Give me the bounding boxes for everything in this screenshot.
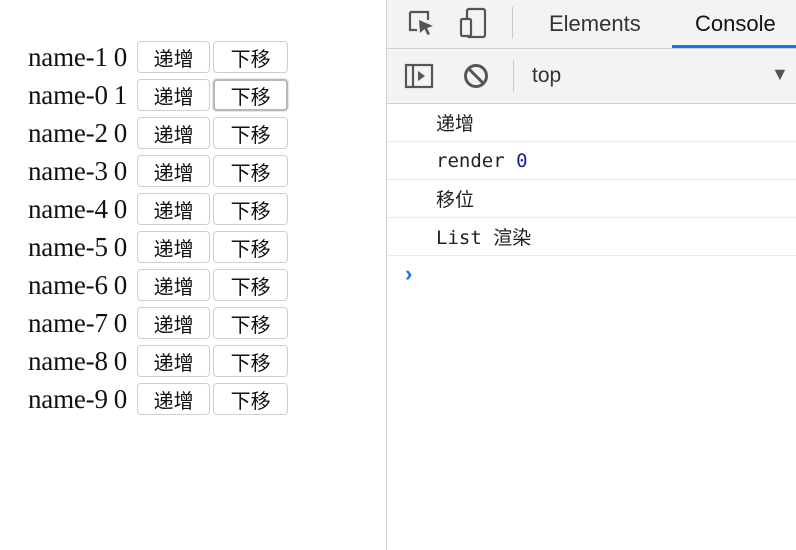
show-sidebar-icon[interactable] bbox=[403, 60, 435, 92]
console-message-text: 移位 bbox=[436, 189, 475, 211]
increment-button[interactable]: 递增 bbox=[137, 231, 211, 263]
active-tab-indicator bbox=[672, 45, 796, 48]
item-count: 0 bbox=[113, 269, 128, 300]
item-name: name-3 bbox=[28, 155, 108, 186]
list-item: name-2 0 递增 下移 bbox=[28, 114, 291, 152]
move-down-button[interactable]: 下移 bbox=[213, 41, 289, 73]
item-name: name-1 bbox=[28, 41, 108, 72]
console-message: List 渲染 bbox=[387, 218, 796, 256]
tab-console[interactable]: Console bbox=[695, 0, 776, 48]
app-panel: name-1 0 递增 下移 name-0 1 递增 下移 name-2 0 递增 下… bbox=[0, 0, 386, 550]
move-down-button[interactable]: 下移 bbox=[213, 307, 289, 339]
console-message: 移位 bbox=[387, 180, 796, 218]
list-item: name-3 0 递增 下移 bbox=[28, 152, 291, 190]
move-down-button[interactable]: 下移 bbox=[213, 269, 289, 301]
item-name: name-6 bbox=[28, 269, 108, 300]
item-count: 0 bbox=[113, 193, 128, 224]
move-down-button[interactable]: 下移 bbox=[213, 231, 289, 263]
console-message-text: 递增 bbox=[436, 113, 475, 135]
move-down-button[interactable]: 下移 bbox=[213, 345, 289, 377]
list-item: name-1 0 递增 下移 bbox=[28, 38, 291, 76]
console-prompt[interactable]: › bbox=[387, 256, 796, 292]
item-count: 0 bbox=[113, 307, 128, 338]
toolbar-divider bbox=[512, 7, 513, 39]
increment-button[interactable]: 递增 bbox=[137, 155, 211, 187]
move-down-button[interactable]: 下移 bbox=[213, 117, 289, 149]
move-down-button[interactable]: 下移 bbox=[213, 383, 289, 415]
list-item: name-7 0 递增 下移 bbox=[28, 304, 291, 342]
device-toolbar-icon[interactable] bbox=[457, 6, 491, 40]
move-down-button[interactable]: 下移 bbox=[213, 193, 289, 225]
clear-console-icon[interactable] bbox=[461, 61, 491, 91]
item-count: 0 bbox=[113, 383, 128, 414]
increment-button[interactable]: 递增 bbox=[137, 269, 211, 301]
console-message: 递增 bbox=[387, 104, 796, 142]
list-item: name-4 0 递增 下移 bbox=[28, 190, 291, 228]
increment-button[interactable]: 递增 bbox=[137, 307, 211, 339]
increment-button[interactable]: 递增 bbox=[137, 117, 211, 149]
increment-button[interactable]: 递增 bbox=[137, 383, 211, 415]
increment-button[interactable]: 递增 bbox=[137, 41, 211, 73]
tab-elements[interactable]: Elements bbox=[549, 0, 641, 48]
item-count: 0 bbox=[113, 345, 128, 376]
item-list: name-1 0 递增 下移 name-0 1 递增 下移 name-2 0 递增 下… bbox=[28, 38, 291, 418]
item-name: name-4 bbox=[28, 193, 108, 224]
item-name: name-2 bbox=[28, 117, 108, 148]
inspect-element-icon[interactable] bbox=[405, 7, 437, 39]
chevron-down-icon[interactable]: ▼ bbox=[771, 64, 789, 85]
list-item: name-8 0 递增 下移 bbox=[28, 342, 291, 380]
move-down-button[interactable]: 下移 bbox=[213, 155, 289, 187]
devtools-tab-bar: Elements Console bbox=[387, 0, 796, 49]
console-prompt-icon: › bbox=[405, 261, 413, 286]
item-count: 0 bbox=[113, 231, 128, 262]
increment-button[interactable]: 递增 bbox=[137, 79, 211, 111]
context-selector[interactable]: top bbox=[532, 49, 561, 103]
item-count: 1 bbox=[113, 79, 128, 110]
list-item: name-9 0 递增 下移 bbox=[28, 380, 291, 418]
item-name: name-0 bbox=[28, 79, 108, 110]
console-output: 递增 render 0 移位 List 渲染 › bbox=[387, 104, 796, 292]
item-name: name-7 bbox=[28, 307, 108, 338]
item-count: 0 bbox=[113, 155, 128, 186]
console-message: render 0 bbox=[387, 142, 796, 180]
move-down-button[interactable]: 下移 bbox=[213, 79, 289, 111]
list-item: name-0 1 递增 下移 bbox=[28, 76, 291, 114]
console-message-text: List 渲染 bbox=[436, 227, 532, 249]
item-count: 0 bbox=[113, 41, 128, 72]
increment-button[interactable]: 递增 bbox=[137, 193, 211, 225]
console-toolbar: top ▼ bbox=[387, 49, 796, 104]
list-item: name-5 0 递增 下移 bbox=[28, 228, 291, 266]
list-item: name-6 0 递增 下移 bbox=[28, 266, 291, 304]
console-message-number: 0 bbox=[516, 149, 528, 172]
item-count: 0 bbox=[113, 117, 128, 148]
item-name: name-9 bbox=[28, 383, 108, 414]
increment-button[interactable]: 递增 bbox=[137, 345, 211, 377]
devtools-panel: Elements Console top ▼ 递增 render 0 移位 Li… bbox=[387, 0, 796, 550]
item-name: name-5 bbox=[28, 231, 108, 262]
console-message-text: render bbox=[436, 149, 517, 172]
item-name: name-8 bbox=[28, 345, 108, 376]
toolbar-divider bbox=[513, 60, 514, 92]
